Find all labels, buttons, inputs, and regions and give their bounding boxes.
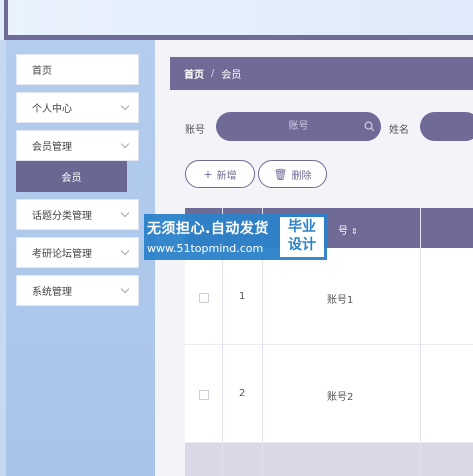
row-account: 账号1 — [327, 295, 354, 306]
watermark-text: 无须担心.自动发货 www.51topmind.com — [147, 218, 269, 255]
sidebar-item-label: 话题分类管理 — [32, 211, 92, 222]
sidebar-item-label: 会员管理 — [32, 142, 72, 153]
sidebar-item-label: 首页 — [32, 66, 52, 77]
table-row[interactable] — [185, 443, 473, 476]
sidebar-edge — [0, 40, 6, 476]
delete-button[interactable]: 🗑 删除 — [258, 160, 327, 188]
row-index: 1 — [239, 291, 246, 302]
sidebar-item-topic-category[interactable]: 话题分类管理 — [16, 199, 139, 230]
top-header-frame — [4, 0, 473, 40]
sort-icon[interactable]: ⇕ — [351, 227, 358, 236]
sidebar-subitem-label: 会员 — [61, 173, 82, 184]
row-account: 账号2 — [327, 392, 354, 403]
column-divider — [420, 208, 421, 476]
search-icon[interactable] — [364, 121, 375, 132]
sidebar-subitem-member[interactable]: 会员 — [16, 161, 127, 192]
delete-button-label: 删除 — [291, 170, 312, 182]
row-index: 2 — [239, 388, 246, 399]
add-button[interactable]: + 新增 — [185, 160, 255, 188]
chevron-down-icon — [120, 246, 130, 256]
account-label: 账号 — [185, 125, 205, 136]
account-search-input[interactable] — [216, 112, 381, 141]
breadcrumb-separator: / — [211, 68, 215, 79]
watermark-line1: 无须担心.自动发货 — [147, 221, 269, 237]
chevron-down-icon — [120, 208, 130, 218]
sidebar-item-member-management[interactable]: 会员管理 — [16, 130, 139, 161]
table-row[interactable]: 2 账号2 — [185, 346, 473, 443]
watermark-badge-line1: 毕业 — [288, 219, 316, 235]
watermark-url: www.51topmind.com — [147, 242, 264, 255]
name-search-input[interactable] — [420, 112, 473, 141]
name-label: 姓名 — [389, 125, 409, 136]
sidebar-item-forum-management[interactable]: 考研论坛管理 — [16, 237, 139, 268]
watermark-badge: 毕业 设计 — [280, 217, 324, 257]
breadcrumb-current: 会员 — [221, 70, 242, 81]
sidebar-item-label: 系统管理 — [32, 287, 72, 298]
breadcrumb: 首页 / 会员 — [170, 57, 473, 90]
breadcrumb-home[interactable]: 首页 — [184, 66, 204, 81]
chevron-down-icon — [120, 139, 130, 149]
plus-icon: + — [203, 167, 213, 181]
sidebar-item-personal-center[interactable]: 个人中心 — [16, 92, 139, 123]
chevron-down-icon — [120, 284, 130, 294]
table-row[interactable]: 1 账号1 — [185, 248, 473, 345]
trash-icon: 🗑 — [273, 167, 288, 181]
sidebar-item-label: 考研论坛管理 — [32, 249, 92, 260]
column-header-label: 号 — [338, 226, 348, 237]
sidebar-item-system-management[interactable]: 系统管理 — [16, 275, 139, 306]
row-checkbox[interactable] — [199, 293, 209, 303]
row-checkbox[interactable] — [199, 390, 209, 400]
add-button-label: 新增 — [216, 170, 237, 182]
sidebar-item-home[interactable]: 首页 — [16, 54, 139, 85]
column-header-account[interactable]: 号 ⇕ — [338, 222, 358, 237]
chevron-down-icon — [120, 101, 130, 111]
sidebar-item-label: 个人中心 — [32, 104, 72, 115]
watermark-badge-line2: 设计 — [288, 237, 316, 253]
